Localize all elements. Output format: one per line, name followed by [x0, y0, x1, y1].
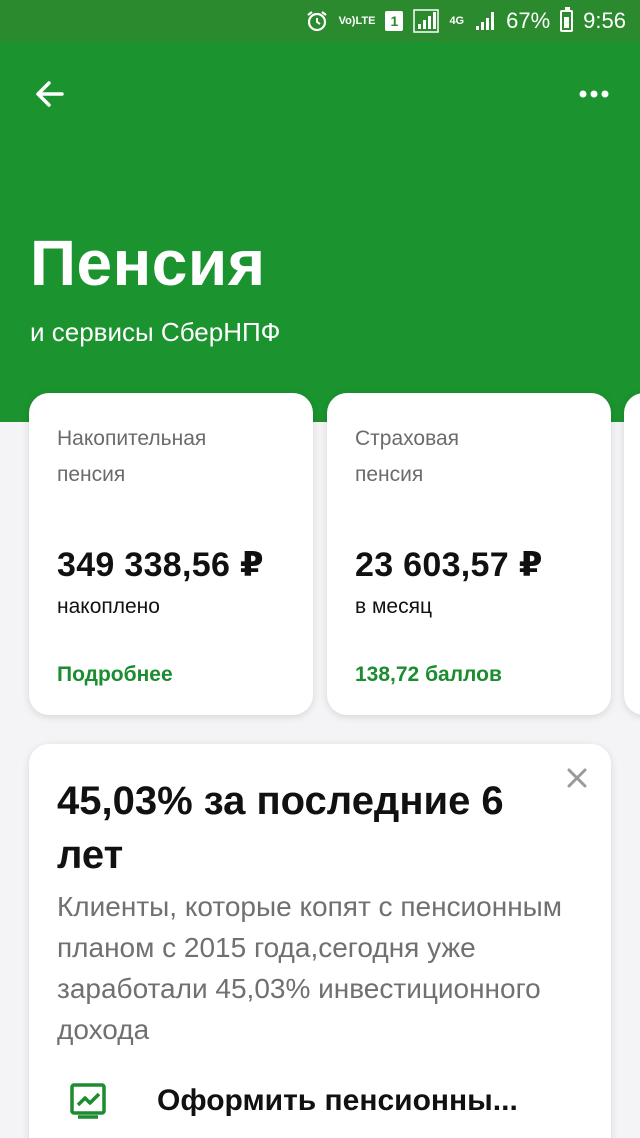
details-link[interactable]: Подробнее	[57, 663, 173, 687]
points-link[interactable]: 138,72 баллов	[355, 663, 502, 687]
more-dots-icon	[579, 90, 609, 98]
card-amount: 23 603,57 ₽	[355, 546, 543, 584]
promo-action-label: Оформить пенсионны...	[157, 1084, 518, 1117]
promo-card: 45,03% за последние 6 лет Клиенты, котор…	[29, 744, 611, 1138]
page-title: Пенсия	[30, 227, 266, 299]
promo-text: Клиенты, которые копят с пенсионным план…	[57, 891, 563, 1045]
next-card-peek[interactable]	[624, 393, 640, 715]
header: Пенсия и сервисы СберНПФ	[0, 42, 640, 422]
clock: 9:56	[583, 8, 626, 33]
card-amount: 349 338,56 ₽	[57, 546, 264, 584]
open-pension-plan-button[interactable]: Оформить пенсионны...	[69, 1082, 518, 1120]
status-bar: Vo) LTE 1 4G 67% 9:56	[0, 0, 640, 42]
battery-icon	[560, 7, 574, 32]
card-amount-caption: накоплено	[57, 595, 160, 618]
insurance-pension-card[interactable]: Страховая пенсия 23 603,57 ₽ в месяц 138,…	[327, 393, 611, 715]
signal-strength-icon	[474, 10, 496, 32]
page-subtitle: и сервисы СберНПФ	[30, 317, 281, 347]
alarm-icon	[305, 9, 329, 33]
card-label: Накопительная пенсия	[57, 427, 207, 486]
close-button[interactable]	[565, 766, 589, 790]
network-type-icon: 4G	[449, 14, 465, 27]
funded-pension-card[interactable]: Накопительная пенсия 349 338,56 ₽ накопле…	[29, 393, 313, 715]
volte-icon: Vo) LTE	[338, 14, 376, 27]
promo-title: 45,03% за последние 6 лет	[57, 779, 504, 877]
arrow-left-icon	[36, 81, 64, 107]
signal-icon	[413, 9, 440, 33]
battery-percent: 67%	[506, 8, 551, 33]
card-label: Страховая пенсия	[355, 427, 460, 486]
back-button[interactable]	[30, 74, 70, 114]
close-icon	[567, 768, 587, 788]
sim-slot-icon: 1	[385, 11, 404, 31]
more-options-button[interactable]	[574, 74, 614, 114]
chart-icon	[69, 1082, 107, 1120]
card-amount-caption: в месяц	[355, 595, 433, 618]
